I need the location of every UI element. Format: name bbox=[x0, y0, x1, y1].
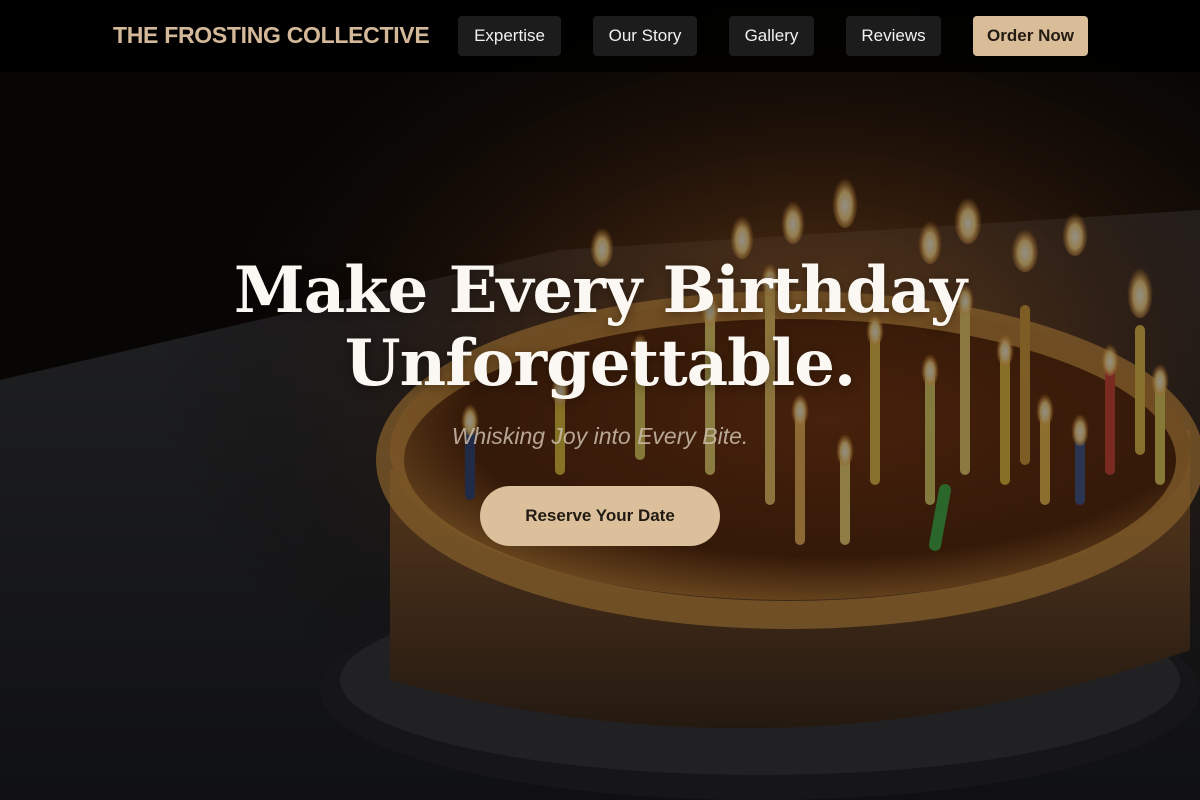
nav-reviews-button[interactable]: Reviews bbox=[846, 16, 941, 56]
nav-expertise-button[interactable]: Expertise bbox=[458, 16, 561, 56]
brand-logo-text[interactable]: THE FROSTING COLLECTIVE bbox=[113, 22, 430, 49]
nav-our-story-button[interactable]: Our Story bbox=[593, 16, 697, 56]
hero-headline: Make Every Birthday Unforgettable. bbox=[150, 254, 1050, 400]
landing-page: THE FROSTING COLLECTIVE Expertise Our St… bbox=[0, 0, 1200, 800]
reserve-your-date-button[interactable]: Reserve Your Date bbox=[480, 486, 720, 546]
hero-headline-line-2: Unforgettable. bbox=[344, 326, 856, 401]
nav-gallery-button[interactable]: Gallery bbox=[729, 16, 814, 56]
order-now-button[interactable]: Order Now bbox=[973, 16, 1088, 56]
top-navigation-bar: THE FROSTING COLLECTIVE Expertise Our St… bbox=[0, 0, 1200, 72]
hero-tagline: Whisking Joy into Every Bite. bbox=[451, 423, 749, 449]
hero-headline-line-1: Make Every Birthday bbox=[233, 253, 967, 328]
